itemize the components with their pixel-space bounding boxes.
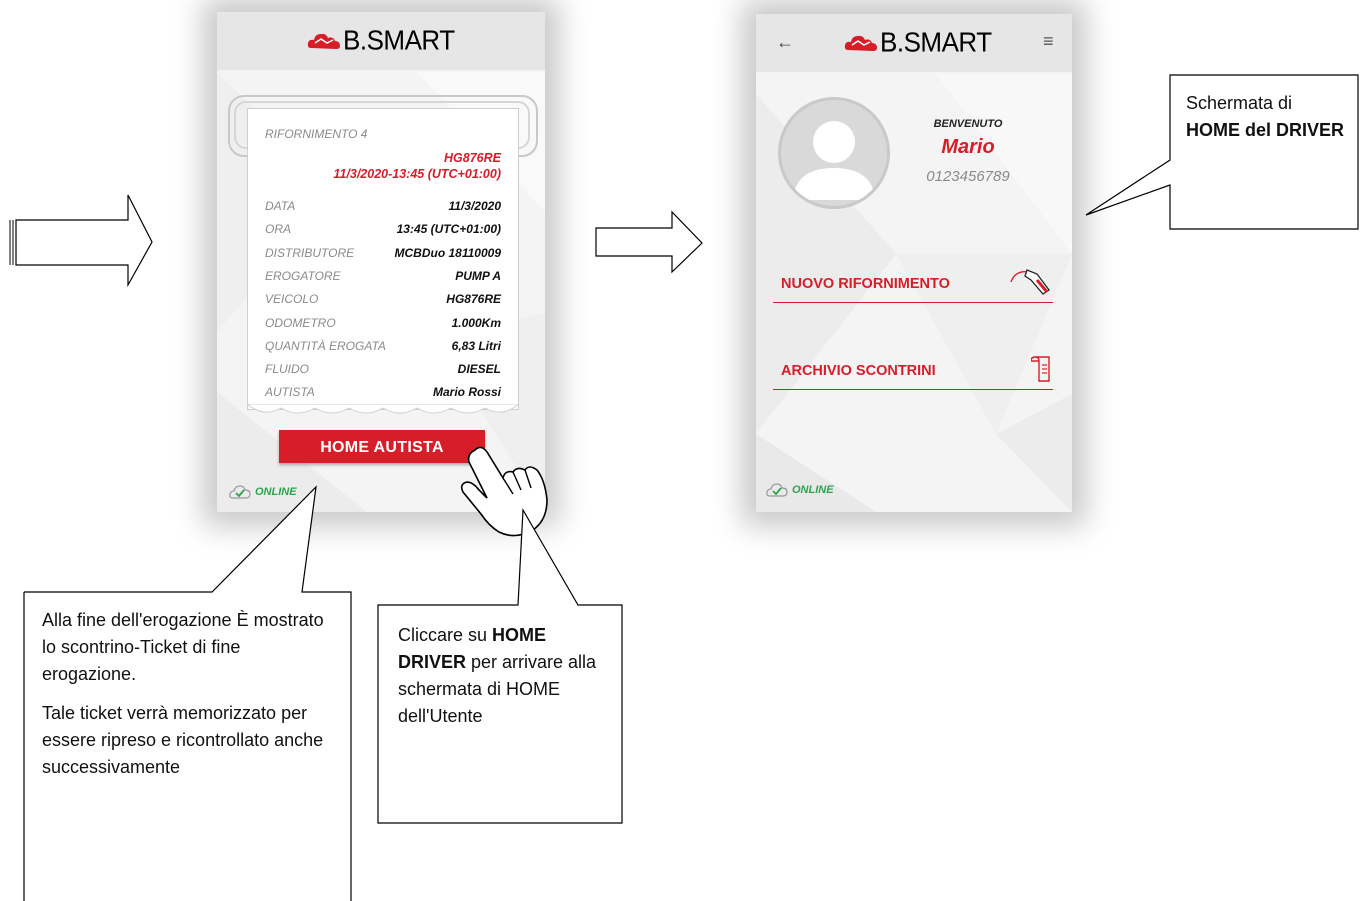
- receipt-row: ORA 13:45 (UTC+01:00): [265, 222, 501, 238]
- cloud-logo-icon: [307, 33, 340, 49]
- user-silhouette-icon: [793, 121, 875, 200]
- callout-receipt-p2: Tale ticket verrà memorizzato per essere…: [42, 703, 324, 777]
- receipt-ticket: RIFORNIMENTO 4 HG876RE 11/3/2020-13:45 (…: [247, 108, 519, 410]
- row-value: 1.000Km: [451, 316, 501, 330]
- status-online: ONLINE: [229, 484, 297, 500]
- row-key: DATA: [265, 199, 296, 213]
- row-key: ODOMETRO: [265, 316, 336, 330]
- receipt-row: FLUIDO DIESEL: [265, 362, 501, 378]
- driver-home-screen: ← B.SMART ≡ BENVENUTO Mario 0123456789 N…: [756, 14, 1072, 512]
- receipt-datetime: 11/3/2020-13:45 (UTC+01:00): [333, 167, 501, 181]
- callout-receipt-p1: Alla fine dell'erogazione È mostrato lo …: [42, 610, 324, 684]
- background-pattern: [756, 74, 1072, 512]
- row-value: MCBDuo 18110009: [394, 246, 502, 260]
- row-value: DIESEL: [457, 362, 501, 376]
- receipt-screen: B.SMART RIFORNIMENTO 4 HG876RE 11/3/2020…: [217, 12, 545, 512]
- receipt-plate: HG876RE: [444, 151, 501, 165]
- receipt-title: RIFORNIMENTO 4: [265, 127, 368, 141]
- callout-click-pre: Cliccare su: [398, 625, 493, 645]
- menu-item-label: ARCHIVIO SCONTRINI: [781, 363, 936, 379]
- cloud-check-icon: [229, 485, 251, 499]
- receipt-row: ODOMETRO 1.000Km: [265, 316, 501, 332]
- row-value: 11/3/2020: [448, 199, 502, 213]
- receipt-torn-edge: [247, 404, 519, 414]
- hand-pointer-icon: [460, 446, 548, 537]
- row-key: EROGATORE: [265, 269, 341, 283]
- callout-receipt-text: Alla fine dell'erogazione È mostrato lo …: [42, 607, 338, 793]
- row-value: HG876RE: [446, 292, 501, 306]
- user-phone: 0123456789: [926, 168, 1010, 185]
- hamburger-menu-icon[interactable]: ≡: [1043, 31, 1054, 52]
- receipt-row: VEICOLO HG876RE: [265, 292, 501, 308]
- menu-item-label: NUOVO RIFORNIMENTO: [781, 276, 950, 292]
- row-key: ORA: [265, 222, 292, 236]
- logo-text: B.SMART: [343, 23, 455, 57]
- row-key: VEICOLO: [265, 292, 319, 306]
- bsmart-logo: B.SMART: [307, 23, 455, 57]
- receipt-row: QUANTITÀ EROGATA 6,83 Litri: [265, 339, 501, 355]
- callout-click-text: Cliccare su HOME DRIVER per arrivare all…: [398, 622, 608, 730]
- callout-home-bold: HOME del DRIVER: [1186, 120, 1345, 140]
- menu-item-archivio-scontrini[interactable]: ARCHIVIO SCONTRINI: [773, 353, 1053, 390]
- status-online: ONLINE: [766, 482, 834, 498]
- callout-home-text: Schermata di HOME del DRIVER: [1186, 90, 1346, 144]
- callout-home-pre: Schermata di: [1186, 93, 1293, 113]
- cloud-logo-icon: [844, 35, 877, 51]
- row-key: AUTISTA: [265, 385, 315, 399]
- status-text: ONLINE: [792, 484, 834, 496]
- row-value: 13:45 (UTC+01:00): [396, 222, 501, 236]
- row-key: DISTRIBUTORE: [265, 246, 355, 260]
- welcome-label: BENVENUTO: [933, 118, 1003, 130]
- receipt-row: DISTRIBUTORE MCBDuo 18110009: [265, 246, 501, 262]
- logo-text: B.SMART: [880, 25, 992, 59]
- bsmart-logo: B.SMART: [844, 25, 992, 59]
- top-bar: B.SMART: [217, 12, 545, 70]
- flow-arrow-middle: [595, 210, 703, 274]
- back-arrow-icon[interactable]: ←: [776, 32, 794, 53]
- row-key: FLUIDO: [265, 362, 310, 376]
- row-value: 6,83 Litri: [451, 339, 501, 353]
- row-value: Mario Rossi: [432, 385, 501, 399]
- row-value: PUMP A: [455, 269, 501, 283]
- row-key: QUANTITÀ EROGATA: [265, 339, 386, 353]
- menu-item-nuovo-rifornimento[interactable]: NUOVO RIFORNIMENTO: [773, 266, 1053, 303]
- receipt-scroll-icon: [1031, 356, 1050, 382]
- cloud-check-icon: [766, 483, 788, 497]
- top-bar: ← B.SMART ≡: [756, 14, 1072, 72]
- status-text: ONLINE: [255, 486, 297, 498]
- receipt-row: AUTISTA Mario Rossi: [265, 385, 501, 401]
- avatar[interactable]: [778, 97, 890, 209]
- flow-arrow-left: [9, 194, 153, 288]
- receipt-row: EROGATORE PUMP A: [265, 269, 501, 285]
- fuel-nozzle-icon: [1010, 269, 1050, 295]
- receipt-row: DATA 11/3/2020: [265, 199, 501, 215]
- user-name: Mario: [941, 136, 995, 158]
